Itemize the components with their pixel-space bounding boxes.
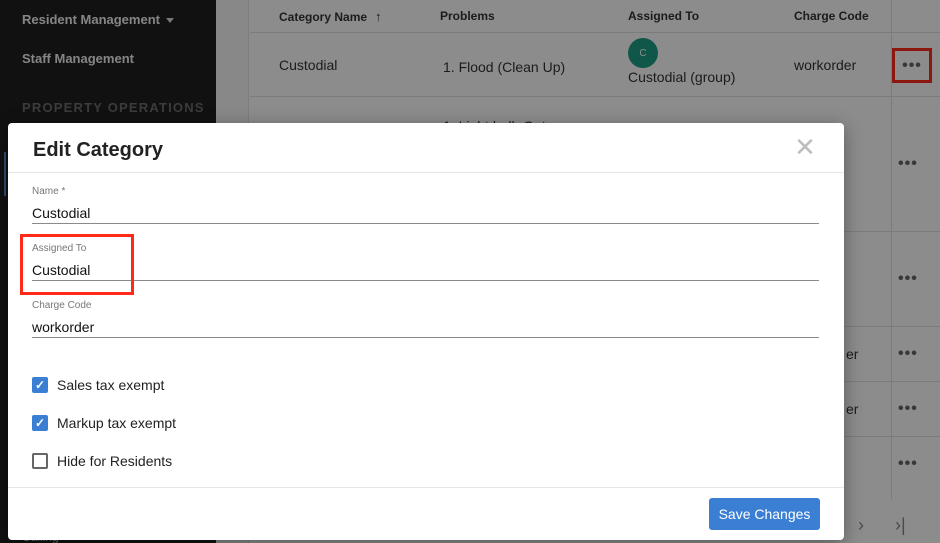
save-changes-button[interactable]: Save Changes — [709, 498, 820, 530]
hide-for-residents-checkbox[interactable]: Hide for Residents — [32, 452, 172, 470]
checkbox-label: Hide for Residents — [57, 453, 173, 469]
edit-category-dialog: Edit Category ✕ Name * Assigned To Charg… — [8, 123, 844, 540]
close-icon[interactable]: ✕ — [793, 134, 817, 160]
markup-tax-exempt-checkbox[interactable]: ✓ Markup tax exempt — [32, 414, 176, 432]
charge-code-input[interactable] — [32, 316, 819, 338]
charge-code-field-label: Charge Code — [32, 300, 92, 311]
checkbox-label: Markup tax exempt — [57, 415, 177, 431]
name-field: Name * — [32, 186, 819, 224]
assigned-to-input[interactable] — [32, 259, 819, 281]
checkbox-checked-icon[interactable]: ✓ — [32, 415, 48, 431]
dialog-title: Edit Category — [33, 139, 164, 161]
dialog-footer-divider — [8, 487, 844, 488]
sales-tax-exempt-checkbox[interactable]: ✓ Sales tax exempt — [32, 376, 164, 394]
assigned-to-highlight — [20, 234, 134, 295]
checkbox-checked-icon[interactable]: ✓ — [32, 377, 48, 393]
checkbox-unchecked-icon[interactable] — [32, 453, 48, 469]
dialog-title-divider — [8, 172, 844, 173]
assigned-to-field: Assigned To — [32, 243, 819, 281]
name-field-label: Name * — [32, 186, 66, 197]
name-input[interactable] — [32, 202, 819, 224]
checkbox-label: Sales tax exempt — [57, 377, 165, 393]
assigned-to-field-label: Assigned To — [32, 243, 87, 254]
charge-code-field: Charge Code — [32, 300, 819, 338]
